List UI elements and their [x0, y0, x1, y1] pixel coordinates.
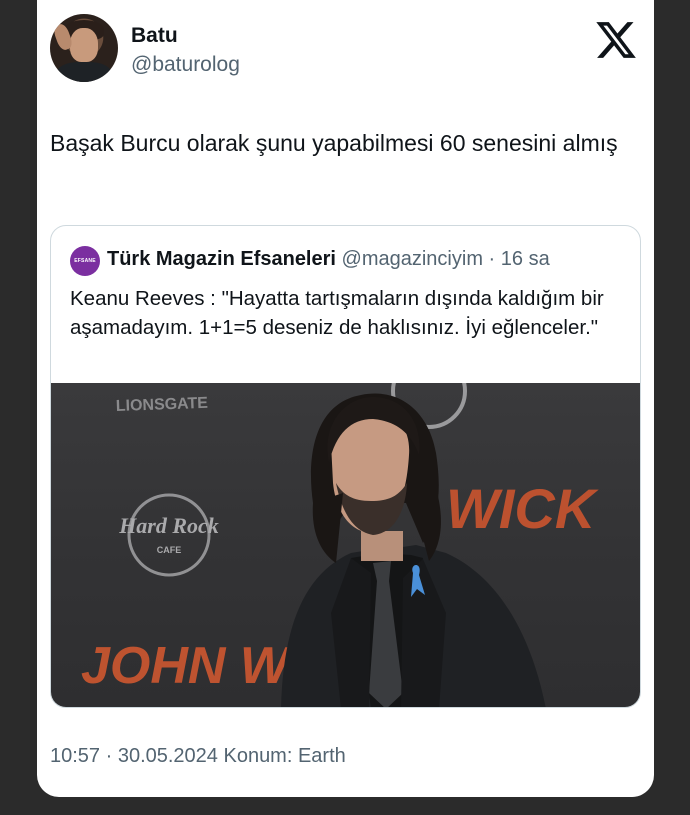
tweet-timestamp[interactable]: 10:57 · 30.05.2024 Konum: Earth	[50, 745, 346, 768]
quoted-tweet[interactable]: EFSANE Türk Magazin Efsaneleri @magazinc…	[50, 225, 641, 708]
hard-rock-logo: Hard Rock CAFE	[118, 493, 219, 577]
quoted-time-ago: · 16 sa	[488, 248, 550, 270]
quoted-tweet-header: Türk Magazin Efsaneleri @magazinciyim · …	[107, 248, 550, 271]
tweet-card: Batu @baturolog Başak Burcu olarak şunu …	[37, 0, 654, 797]
lionsgate-text: LIONSGATE	[116, 395, 209, 415]
svg-text:CAFE: CAFE	[157, 545, 182, 555]
tweet-text: Başak Burcu olarak şunu yapabilmesi 60 s…	[50, 130, 618, 156]
quoted-tweet-image[interactable]: LIONSGATE Hard Rock CAFE JOHN WICK WICK	[51, 383, 640, 707]
author-name[interactable]: Batu	[131, 24, 178, 48]
author-handle[interactable]: @baturolog	[131, 53, 240, 77]
quoted-author-name[interactable]: Türk Magazin Efsaneleri	[107, 248, 336, 270]
svg-text:Hard Rock: Hard Rock	[118, 513, 219, 538]
quoted-author-avatar[interactable]: EFSANE	[70, 246, 100, 276]
person-photo	[281, 393, 546, 707]
x-logo-icon[interactable]	[593, 18, 639, 62]
author-avatar[interactable]	[50, 14, 118, 82]
quoted-author-handle[interactable]: @magazinciyim	[342, 248, 483, 270]
quoted-tweet-text: Keanu Reeves : "Hayatta tartışmaların dı…	[70, 287, 604, 339]
john-wick-text-right: WICK	[446, 477, 599, 540]
